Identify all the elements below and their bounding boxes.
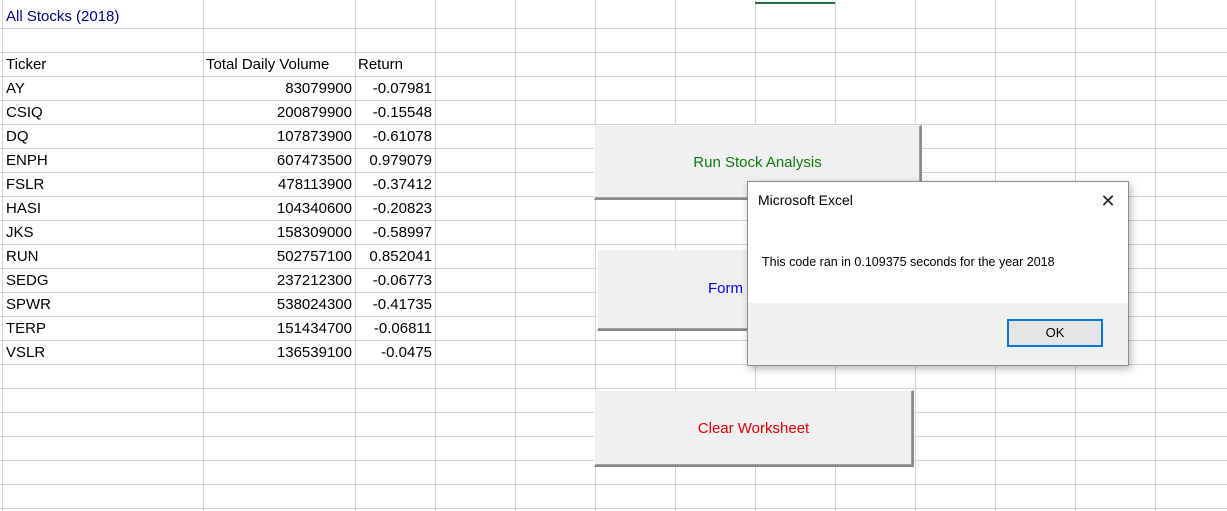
volume-cell[interactable]: 607473500: [203, 149, 355, 173]
header-ticker[interactable]: Ticker: [5, 53, 201, 77]
ticker-cell[interactable]: CSIQ: [5, 101, 201, 125]
return-cell[interactable]: -0.06811: [355, 317, 435, 341]
volume-cell[interactable]: 478113900: [203, 173, 355, 197]
row-gridline: [0, 508, 1227, 509]
ticker-cell[interactable]: JKS: [5, 221, 201, 245]
run-button-label: Run Stock Analysis: [693, 154, 822, 171]
close-icon[interactable]: ✕: [1098, 191, 1118, 211]
active-column-indicator: [755, 2, 835, 4]
ticker-cell[interactable]: DQ: [5, 125, 201, 149]
ticker-cell[interactable]: SEDG: [5, 269, 201, 293]
volume-cell[interactable]: 502757100: [203, 245, 355, 269]
dialog-title: Microsoft Excel: [758, 192, 853, 208]
header-return[interactable]: Return: [357, 53, 434, 77]
sheet-title[interactable]: All Stocks (2018): [5, 5, 201, 29]
row-gridline: [0, 484, 1227, 485]
clear-button-label: Clear Worksheet: [697, 420, 810, 437]
return-cell[interactable]: -0.58997: [355, 221, 435, 245]
ticker-cell[interactable]: TERP: [5, 317, 201, 341]
volume-cell[interactable]: 237212300: [203, 269, 355, 293]
ok-button[interactable]: OK: [1007, 319, 1103, 347]
clear-worksheet-button[interactable]: Clear Worksheet: [594, 390, 914, 467]
return-cell[interactable]: -0.41735: [355, 293, 435, 317]
return-cell[interactable]: -0.0475: [355, 341, 435, 365]
ticker-cell[interactable]: HASI: [5, 197, 201, 221]
ticker-cell[interactable]: SPWR: [5, 293, 201, 317]
message-box: Microsoft Excel ✕ This code ran in 0.109…: [747, 181, 1129, 366]
ticker-cell[interactable]: RUN: [5, 245, 201, 269]
return-cell[interactable]: -0.20823: [355, 197, 435, 221]
return-cell[interactable]: 0.979079: [355, 149, 435, 173]
ticker-cell[interactable]: AY: [5, 77, 201, 101]
ticker-cell[interactable]: VSLR: [5, 341, 201, 365]
return-cell[interactable]: -0.37412: [355, 173, 435, 197]
return-cell[interactable]: -0.61078: [355, 125, 435, 149]
volume-cell[interactable]: 538024300: [203, 293, 355, 317]
return-cell[interactable]: -0.07981: [355, 77, 435, 101]
return-cell[interactable]: -0.15548: [355, 101, 435, 125]
volume-cell[interactable]: 104340600: [203, 197, 355, 221]
volume-cell[interactable]: 151434700: [203, 317, 355, 341]
row-gridline: [0, 388, 1227, 389]
header-volume[interactable]: Total Daily Volume: [205, 53, 356, 77]
volume-cell[interactable]: 136539100: [203, 341, 355, 365]
volume-cell[interactable]: 83079900: [203, 77, 355, 101]
dialog-footer: OK: [748, 303, 1128, 365]
format-button[interactable]: Form: [597, 249, 757, 331]
ticker-cell[interactable]: FSLR: [5, 173, 201, 197]
worksheet-grid[interactable]: All Stocks (2018) Ticker Total Daily Vol…: [0, 0, 1227, 511]
dialog-message: This code ran in 0.109375 seconds for th…: [762, 255, 1055, 269]
volume-cell[interactable]: 200879900: [203, 101, 355, 125]
volume-cell[interactable]: 158309000: [203, 221, 355, 245]
return-cell[interactable]: 0.852041: [355, 245, 435, 269]
volume-cell[interactable]: 107873900: [203, 125, 355, 149]
format-button-label: Form: [708, 280, 743, 297]
return-cell[interactable]: -0.06773: [355, 269, 435, 293]
ticker-cell[interactable]: ENPH: [5, 149, 201, 173]
